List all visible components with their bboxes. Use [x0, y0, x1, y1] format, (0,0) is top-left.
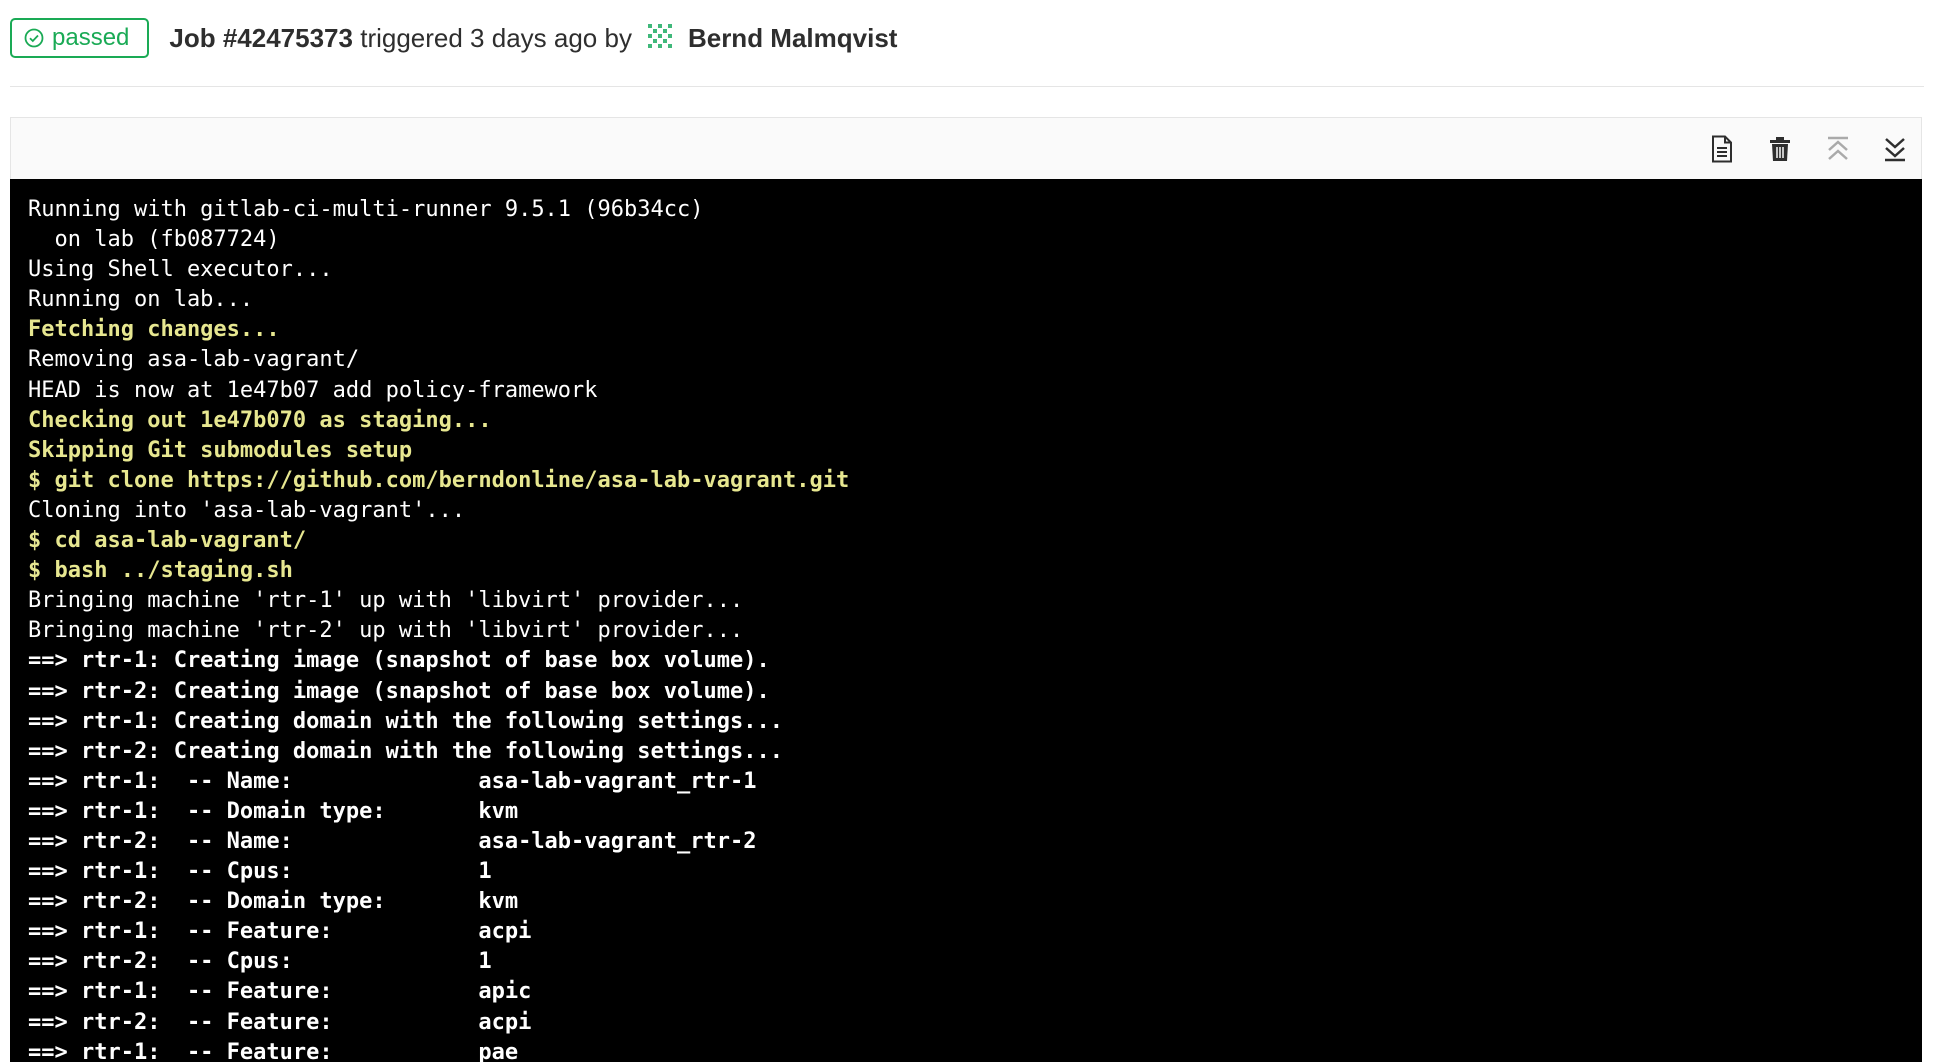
log-line: ==> rtr-1: -- Name: asa-lab-vagrant_rtr-…: [28, 768, 757, 794]
log-line: ==> rtr-1: Creating image (snapshot of b…: [28, 648, 770, 674]
log-line: Bringing machine 'rtr-2' up with 'libvir…: [28, 618, 744, 644]
scroll-bottom-icon: [1885, 138, 1905, 162]
scroll-top-icon: [1828, 136, 1848, 160]
log-line: on lab (fb087724): [28, 227, 280, 253]
log-line: Running on lab...: [28, 287, 254, 313]
log-line: ==> rtr-1: -- Feature: apic: [28, 979, 532, 1005]
log-line: ==> rtr-2: -- Feature: acpi: [28, 1009, 532, 1035]
triggered-text: triggered 3 days ago by: [360, 22, 632, 53]
job-title: Job #42475373 triggered 3 days ago by: [169, 23, 632, 54]
log-line: ==> rtr-2: Creating image (snapshot of b…: [28, 678, 770, 704]
log-line: Skipping Git submodules setup: [28, 437, 413, 463]
status-label: passed: [52, 24, 130, 51]
job-header: passed Job #42475373 triggered 3 days ag…: [10, 16, 897, 60]
log-line: ==> rtr-2: Creating domain with the foll…: [28, 738, 783, 764]
check-circle-icon: [24, 28, 44, 48]
log-line: $ git clone https://github.com/berndonli…: [28, 467, 850, 493]
log-line: Bringing machine 'rtr-1' up with 'libvir…: [28, 588, 744, 614]
avatar[interactable]: [645, 21, 674, 55]
log-line: ==> rtr-1: -- Cpus: 1: [28, 859, 492, 885]
divider: [10, 86, 1924, 87]
log-line: ==> rtr-1: -- Feature: acpi: [28, 919, 532, 945]
user-name[interactable]: Bernd Malmqvist: [688, 23, 898, 54]
erase-log-button[interactable]: [1763, 132, 1797, 166]
scroll-bottom-button[interactable]: [1878, 132, 1912, 166]
log-line: Running with gitlab-ci-multi-runner 9.5.…: [28, 197, 704, 222]
log-line: ==> rtr-2: -- Name: asa-lab-vagrant_rtr-…: [28, 828, 757, 854]
job-id: Job #42475373: [169, 22, 353, 53]
log-line: ==> rtr-1: -- Feature: pae: [28, 1039, 519, 1062]
user-name-label: Bernd Malmqvist: [687, 22, 898, 53]
log-line: Fetching changes...: [28, 317, 280, 343]
log-line: Using Shell executor...: [28, 257, 333, 283]
log-line: $ bash ../staging.sh: [28, 558, 293, 584]
status-badge[interactable]: passed: [10, 18, 150, 58]
raw-log-icon: [1712, 135, 1732, 163]
log-line: Checking out 1e47b070 as staging...: [28, 407, 492, 433]
log-line: ==> rtr-1: -- Domain type: kvm: [28, 798, 519, 824]
log-line: ==> rtr-2: -- Cpus: 1: [28, 949, 492, 975]
job-log[interactable]: Running with gitlab-ci-multi-runner 9.5.…: [10, 179, 1922, 1062]
identicon-icon: [645, 21, 674, 50]
scroll-top-button[interactable]: [1821, 132, 1855, 166]
log-line: Removing asa-lab-vagrant/: [28, 347, 360, 373]
raw-log-button[interactable]: [1705, 132, 1739, 166]
log-line: ==> rtr-1: Creating domain with the foll…: [28, 708, 783, 734]
log-line: HEAD is now at 1e47b07 add policy-framew…: [28, 377, 598, 403]
log-line: ==> rtr-2: -- Domain type: kvm: [28, 889, 519, 915]
log-line: Cloning into 'asa-lab-vagrant'...: [28, 497, 466, 523]
log-toolbar: [10, 117, 1922, 179]
trash-icon: [1770, 137, 1790, 161]
log-line: $ cd asa-lab-vagrant/: [28, 528, 307, 554]
